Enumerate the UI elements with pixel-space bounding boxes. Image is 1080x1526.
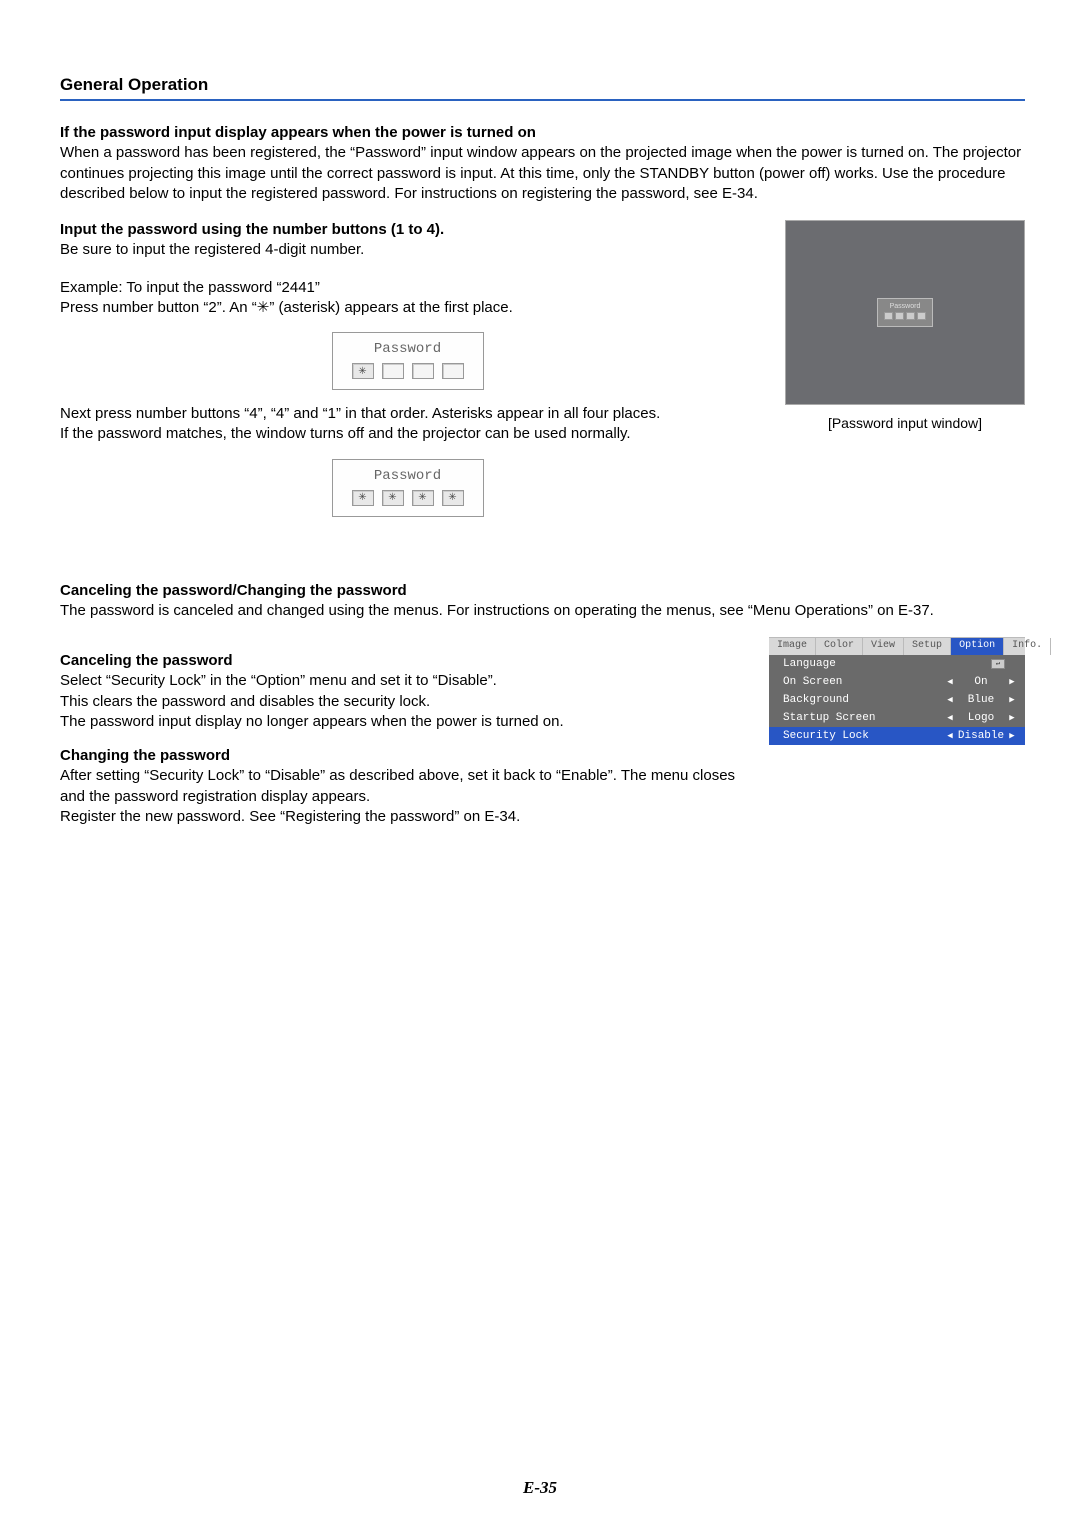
osd-tabs: ImageColorViewSetupOptionInfo. — [769, 637, 1025, 655]
pw-box: ✳ — [352, 490, 374, 506]
triangle-left-icon[interactable]: ◀ — [943, 713, 957, 723]
change-l1: After setting “Security Lock” to “Disabl… — [60, 766, 749, 807]
password-input-window-illustration: Password — [785, 220, 1025, 405]
osd-tab-image[interactable]: Image — [769, 638, 816, 655]
pw-window-title: Password — [884, 303, 926, 310]
header-rule — [60, 99, 1025, 101]
osd-row-label: Security Lock — [783, 730, 943, 742]
pw-box: ✳ — [352, 363, 374, 379]
osd-value: Logo — [957, 712, 1005, 724]
para-match: If the password matches, the window turn… — [60, 424, 755, 444]
osd-row-startup-screen[interactable]: Startup Screen◀Logo▶ — [769, 709, 1025, 727]
triangle-right-icon[interactable]: ▶ — [1005, 713, 1019, 723]
para-4digit: Be sure to input the registered 4-digit … — [60, 240, 755, 260]
osd-row-on-screen[interactable]: On Screen◀On▶ — [769, 673, 1025, 691]
cancel-l2: This clears the password and disables th… — [60, 692, 749, 712]
osd-row-label: Language — [783, 658, 929, 670]
osd-row-background[interactable]: Background◀Blue▶ — [769, 691, 1025, 709]
osd-tab-color[interactable]: Color — [816, 638, 863, 655]
osd-row-language[interactable]: Language ↵ — [769, 655, 1025, 673]
para-cancel-change: The password is canceled and changed usi… — [60, 601, 1025, 621]
enter-icon[interactable]: ↵ — [991, 659, 1005, 669]
cancel-l1: Select “Security Lock” in the “Option” m… — [60, 671, 749, 691]
password-dialog-2: Password ✳ ✳ ✳ ✳ — [332, 459, 484, 517]
osd-value: Disable — [957, 730, 1005, 742]
triangle-right-icon[interactable]: ▶ — [1005, 677, 1019, 687]
pw-box — [382, 363, 404, 379]
osd-body: Language↵On Screen◀On▶Background◀Blue▶St… — [769, 655, 1025, 745]
section-header: General Operation — [60, 75, 1025, 95]
triangle-right-icon[interactable]: ▶ — [1005, 695, 1019, 705]
osd-value: Blue — [957, 694, 1005, 706]
heading-power-on: If the password input display appears wh… — [60, 123, 1025, 143]
page-number: E-35 — [0, 1478, 1080, 1498]
para-power-on: When a password has been registered, the… — [60, 143, 1025, 204]
osd-tab-view[interactable]: View — [863, 638, 904, 655]
pw-box — [442, 363, 464, 379]
osd-tab-setup[interactable]: Setup — [904, 638, 951, 655]
osd-value: On — [957, 676, 1005, 688]
heading-change: Changing the password — [60, 746, 749, 766]
osd-tab-option[interactable]: Option — [951, 638, 1004, 655]
heading-cancel: Canceling the password — [60, 651, 749, 671]
change-l2: Register the new password. See “Register… — [60, 807, 749, 827]
heading-input-pw: Input the password using the number butt… — [60, 220, 755, 240]
heading-cancel-change: Canceling the password/Changing the pass… — [60, 581, 1025, 601]
pw-box: ✳ — [412, 490, 434, 506]
pw-box — [895, 312, 904, 320]
triangle-left-icon[interactable]: ◀ — [943, 677, 957, 687]
para-example1: Example: To input the password “2441” — [60, 278, 755, 298]
pw-box — [917, 312, 926, 320]
password-dialog-title: Password — [343, 341, 473, 357]
cancel-l3: The password input display no longer app… — [60, 712, 749, 732]
para-next-press: Next press number buttons “4”, “4” and “… — [60, 404, 755, 424]
pw-box — [884, 312, 893, 320]
password-boxes-1: ✳ — [343, 363, 473, 379]
osd-menu: ImageColorViewSetupOptionInfo. Language ↵… — [769, 637, 1025, 745]
pw-box: ✳ — [442, 490, 464, 506]
password-dialog-1: Password ✳ — [332, 332, 484, 390]
osd-row-label: Background — [783, 694, 943, 706]
pw-box: ✳ — [382, 490, 404, 506]
pw-box — [412, 363, 434, 379]
pw-window-caption: [Password input window] — [785, 415, 1025, 431]
password-dialog-title: Password — [343, 468, 473, 484]
triangle-left-icon[interactable]: ◀ — [943, 695, 957, 705]
para-example2: Press number button “2”. An “✳” (asteris… — [60, 298, 755, 318]
osd-tab-info[interactable]: Info. — [1004, 638, 1051, 655]
pw-box — [906, 312, 915, 320]
osd-row-label: On Screen — [783, 676, 943, 688]
triangle-right-icon[interactable]: ▶ — [1005, 731, 1019, 741]
triangle-left-icon[interactable]: ◀ — [943, 731, 957, 741]
password-boxes-2: ✳ ✳ ✳ ✳ — [343, 490, 473, 506]
osd-row-security-lock[interactable]: Security Lock◀Disable▶ — [769, 727, 1025, 745]
osd-row-label: Startup Screen — [783, 712, 943, 724]
